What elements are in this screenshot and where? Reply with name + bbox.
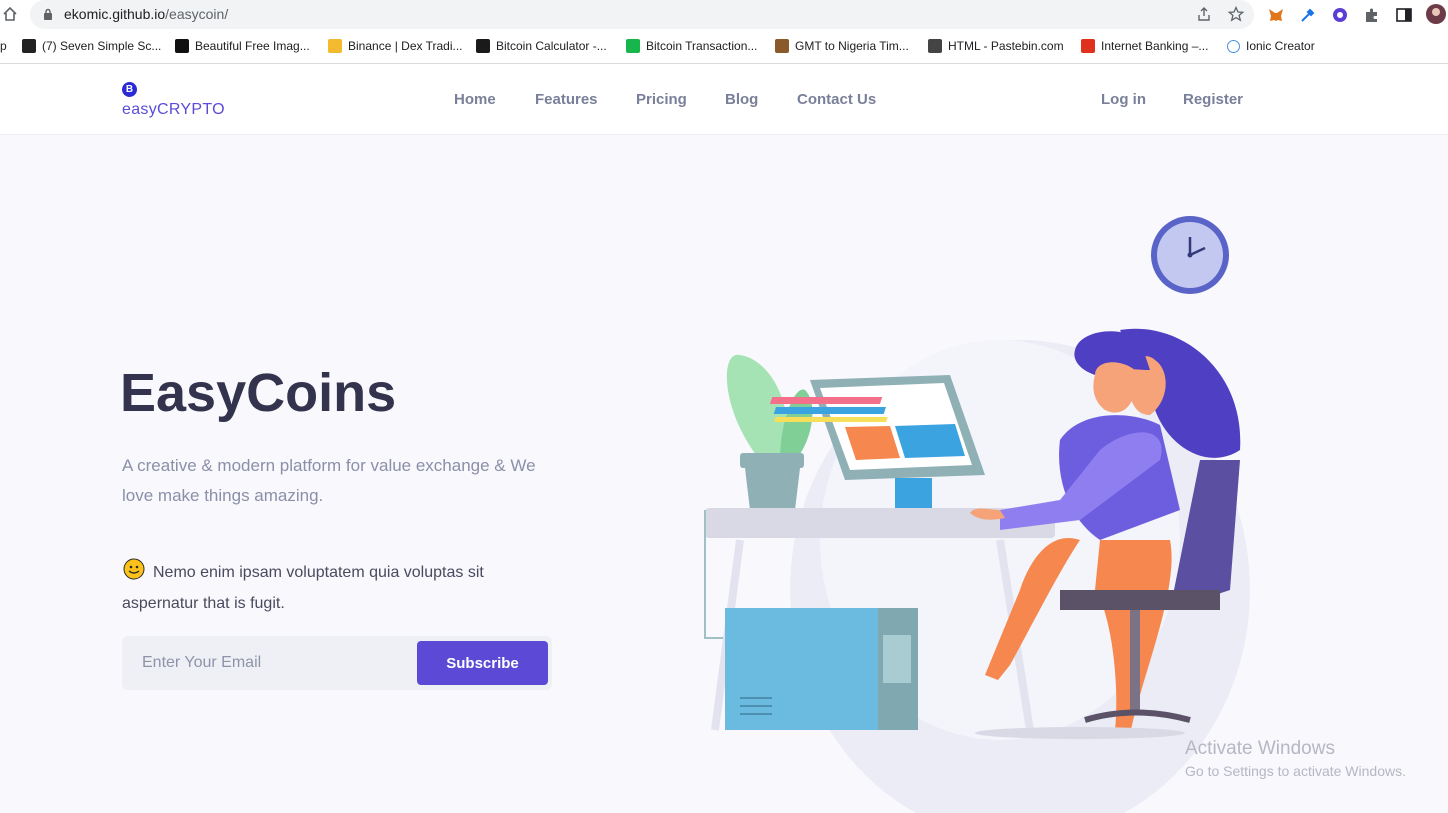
bitcoin-logo-icon[interactable]: B bbox=[122, 82, 137, 97]
hero-illustration bbox=[704, 216, 1250, 813]
bookmark-label: GMT to Nigeria Tim... bbox=[795, 39, 909, 53]
bookmark-item[interactable]: Binance | Dex Tradi... bbox=[328, 38, 463, 54]
bookmark-item[interactable]: (7) Seven Simple Sc... bbox=[22, 38, 161, 54]
browser-toolbar: ekomic.github.io/easycoin/ bbox=[0, 0, 1448, 30]
hero-subtitle: A creative & modern platform for value e… bbox=[122, 456, 536, 505]
register-link[interactable]: Register bbox=[1183, 91, 1243, 108]
bookmark-label: Binance | Dex Tradi... bbox=[348, 39, 463, 53]
url-host: ekomic.github.io bbox=[64, 6, 166, 22]
eyedropper-icon[interactable] bbox=[1299, 6, 1317, 24]
ionic-icon bbox=[1227, 39, 1240, 53]
bookmark-label: Bitcoin Calculator -... bbox=[496, 39, 607, 53]
site-logo[interactable]: easyCRYPTO bbox=[122, 101, 225, 119]
extension-circle-icon[interactable] bbox=[1331, 6, 1349, 24]
bookmark-item[interactable]: Ionic Creator bbox=[1227, 38, 1315, 54]
nav-features[interactable]: Features bbox=[535, 91, 598, 108]
clock-icon bbox=[775, 39, 789, 53]
site-header: B easyCRYPTO Home Features Pricing Blog … bbox=[0, 64, 1448, 135]
bookmark-label: Beautiful Free Imag... bbox=[195, 39, 310, 53]
profile-avatar-icon[interactable] bbox=[1426, 4, 1446, 24]
windows-activation-subtitle: Go to Settings to activate Windows. bbox=[1185, 763, 1406, 779]
bookmark-label: p bbox=[0, 39, 7, 53]
bookmark-item[interactable]: GMT to Nigeria Tim... bbox=[775, 38, 909, 54]
unsplash-icon bbox=[175, 39, 189, 53]
subscribe-form: Subscribe bbox=[122, 636, 552, 690]
url-text[interactable]: ekomic.github.io/easycoin/ bbox=[64, 6, 228, 22]
side-panel-icon[interactable] bbox=[1395, 6, 1413, 24]
bookmark-label: Bitcoin Transaction... bbox=[646, 39, 758, 53]
nav-blog[interactable]: Blog bbox=[725, 91, 758, 108]
wall-clock-icon bbox=[1151, 216, 1229, 294]
home-icon[interactable] bbox=[2, 6, 18, 22]
nav-contact[interactable]: Contact Us bbox=[797, 91, 876, 108]
bank-icon bbox=[1081, 39, 1095, 53]
hero-title: EasyCoins bbox=[120, 363, 397, 423]
plant-icon bbox=[726, 354, 813, 510]
puzzle-icon[interactable] bbox=[1363, 6, 1381, 24]
tx-icon bbox=[626, 39, 640, 53]
nav-pricing[interactable]: Pricing bbox=[636, 91, 687, 108]
bookmark-label: HTML - Pastebin.com bbox=[948, 39, 1064, 53]
bookmark-item[interactable]: Beautiful Free Imag... bbox=[175, 38, 310, 54]
star-icon[interactable] bbox=[1228, 6, 1244, 22]
bookmark-item[interactable]: Internet Banking –... bbox=[1081, 38, 1208, 54]
computer-case-icon bbox=[725, 608, 918, 730]
bookmark-label: (7) Seven Simple Sc... bbox=[42, 39, 162, 53]
calculator-icon bbox=[476, 39, 490, 53]
windows-activation-title: Activate Windows bbox=[1185, 738, 1335, 759]
metamask-icon[interactable] bbox=[1267, 6, 1285, 24]
login-link[interactable]: Log in bbox=[1101, 91, 1146, 108]
bookmark-item[interactable]: Bitcoin Calculator -... bbox=[476, 38, 607, 54]
share-icon[interactable] bbox=[1196, 6, 1212, 22]
hero-note: Nemo enim ipsam voluptatem quia voluptas… bbox=[122, 564, 484, 612]
pastebin-icon bbox=[928, 39, 942, 53]
chess-icon bbox=[22, 39, 36, 53]
binance-icon bbox=[328, 39, 342, 53]
url-path: /easycoin/ bbox=[165, 6, 229, 22]
bookmark-item[interactable]: Bitcoin Transaction... bbox=[626, 38, 757, 54]
bookmark-item[interactable]: HTML - Pastebin.com bbox=[928, 38, 1064, 54]
bookmarks-bar: p (7) Seven Simple Sc... Beautiful Free … bbox=[0, 30, 1448, 64]
lock-icon[interactable] bbox=[43, 8, 53, 20]
bookmark-label: Internet Banking –... bbox=[1101, 39, 1209, 53]
email-input[interactable] bbox=[122, 636, 412, 690]
bookmark-item[interactable]: p bbox=[0, 38, 7, 54]
nav-home[interactable]: Home bbox=[454, 91, 496, 108]
bookmark-label: Ionic Creator bbox=[1246, 39, 1315, 53]
subscribe-button[interactable]: Subscribe bbox=[417, 641, 548, 685]
